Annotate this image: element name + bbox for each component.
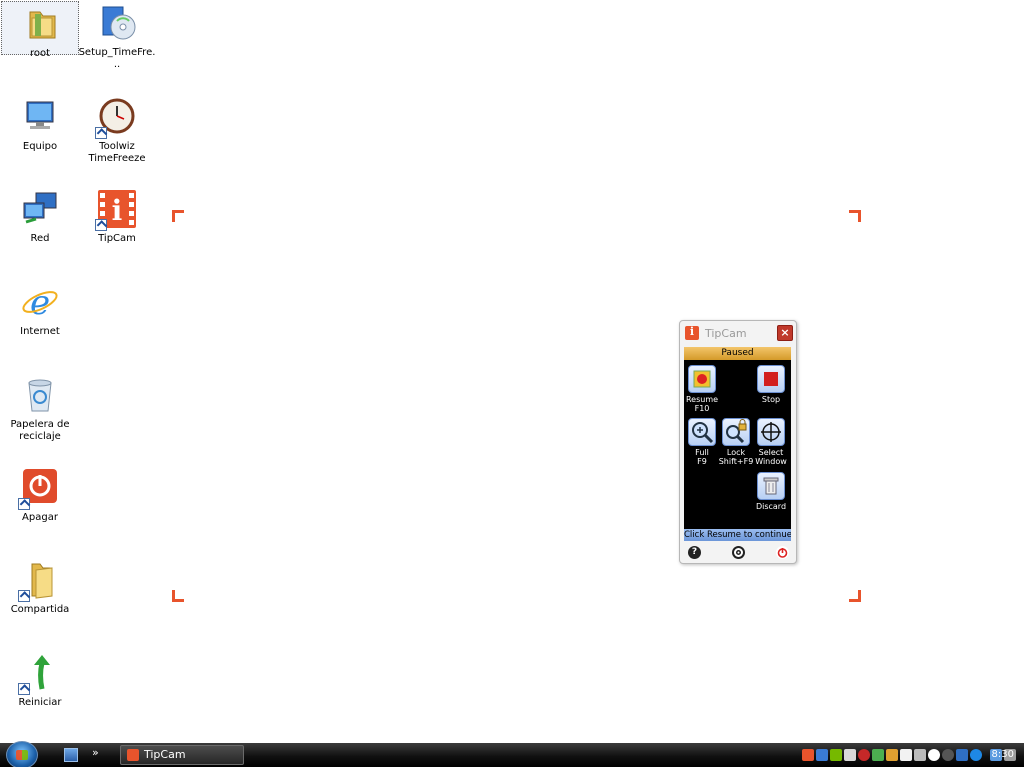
- desktop-icon-internet[interactable]: e Internet: [1, 280, 79, 338]
- restart-arrow-icon: [18, 653, 60, 695]
- capture-corner-bottom-left: [172, 590, 184, 602]
- desktop-icon-root[interactable]: root: [1, 1, 79, 59]
- full-screen-button[interactable]: Full F9: [685, 418, 719, 466]
- discard-button[interactable]: Discard: [754, 472, 788, 511]
- update-tray-icon[interactable]: [886, 749, 898, 761]
- stop-button[interactable]: Stop: [754, 365, 788, 404]
- flag-tray-icon[interactable]: [900, 749, 912, 761]
- select-window-label: Select Window: [755, 448, 787, 466]
- desktop-icon-setup[interactable]: Setup_TimeFre...: [78, 1, 156, 71]
- tipcam-title: TipCam: [705, 326, 747, 340]
- tipcam-logo-icon: [685, 325, 699, 340]
- start-button[interactable]: [6, 741, 38, 767]
- internet-explorer-icon: e: [20, 282, 60, 323]
- tipcam-titlebar[interactable]: TipCam ×: [680, 321, 796, 345]
- show-desktop-icon[interactable]: [64, 748, 78, 762]
- resume-button[interactable]: Resume F10: [685, 365, 719, 413]
- folder-icon: [18, 560, 60, 602]
- desktop-icon-label: Reiniciar: [18, 697, 62, 708]
- desktop-icon-label: Compartida: [10, 604, 70, 615]
- speaker-tray-icon[interactable]: [914, 749, 926, 761]
- desktop-icon-label: Internet: [20, 326, 60, 337]
- monitor-tray-icon[interactable]: [816, 749, 828, 761]
- desktop-icon-label: Apagar: [22, 512, 58, 523]
- desktop-icon-label: Toolwiz TimeFreeze: [88, 141, 146, 164]
- desktop-icon-label: Setup_TimeFre...: [78, 47, 156, 70]
- tipcam-icon: i: [95, 189, 137, 231]
- shortcut-arrow-icon: [18, 590, 30, 602]
- taskbar-item-tipcam[interactable]: TipCam: [120, 745, 244, 765]
- stop-icon: [757, 365, 785, 393]
- resume-icon: [688, 365, 716, 393]
- svg-text:e: e: [30, 283, 50, 322]
- network-icon: [20, 189, 60, 229]
- capture-corner-top-left: [172, 210, 184, 222]
- taskbar: » TipCam 8:30: [0, 741, 1024, 767]
- hint-bar: Click Resume to continue: [684, 529, 791, 541]
- lock-zoom-icon: [722, 418, 750, 446]
- desktop-icon-label: TipCam: [98, 233, 136, 244]
- desktop-icon-toolwiz[interactable]: Toolwiz TimeFreeze: [78, 95, 156, 165]
- desktop-icon-label: Papelera de reciclaje: [10, 419, 70, 442]
- computer-icon: [20, 97, 60, 137]
- zoom-in-icon: [688, 418, 716, 446]
- desktop-icon-apagar[interactable]: Apagar: [1, 466, 79, 524]
- desktop-icon-compartida[interactable]: Compartida: [1, 558, 79, 616]
- recycle-bin-icon: [20, 375, 60, 415]
- resume-label: Resume F10: [685, 395, 719, 413]
- tipcam-footer: ?: [680, 543, 796, 561]
- capture-corner-top-right: [849, 210, 861, 222]
- shortcut-arrow-icon: [18, 683, 30, 695]
- capture-corner-bottom-right: [849, 590, 861, 602]
- discard-label: Discard: [755, 502, 787, 511]
- select-window-button[interactable]: Select Window: [754, 418, 788, 466]
- svg-text:i: i: [112, 194, 123, 227]
- quick-launch-more[interactable]: »: [92, 747, 106, 762]
- crosshair-icon: [757, 418, 785, 446]
- tipcam-tray-icon[interactable]: [802, 749, 814, 761]
- shortcut-arrow-icon: [95, 219, 107, 231]
- desktop-icon-equipo[interactable]: Equipo: [1, 95, 79, 153]
- shortcut-arrow-icon: [18, 498, 30, 510]
- desktop-icon-label: Equipo: [22, 141, 58, 152]
- desktop-icon-papelera[interactable]: Papelera de reciclaje: [1, 373, 79, 443]
- shortcut-arrow-icon: [95, 127, 107, 139]
- program-tray-icon[interactable]: [872, 749, 884, 761]
- gpu-tray-icon[interactable]: [830, 749, 842, 761]
- tipcam-icon: [127, 749, 139, 761]
- folder-icon: [20, 4, 60, 44]
- gear-icon[interactable]: [732, 546, 745, 559]
- taskbar-clock[interactable]: 8:30: [992, 743, 1014, 767]
- window-tray-icon[interactable]: [956, 749, 968, 761]
- lock-button[interactable]: Lock Shift+F9: [719, 418, 753, 466]
- globe-tray-icon[interactable]: [970, 749, 982, 761]
- close-button[interactable]: ×: [777, 325, 793, 341]
- lock-label: Lock Shift+F9: [718, 448, 754, 466]
- tipcam-panel: Paused Resume F10 Stop Full F9 Lock Shif…: [684, 347, 791, 541]
- recording-status: Paused: [684, 347, 791, 360]
- taskbar-item-label: TipCam: [144, 748, 186, 761]
- desktop-icon-label: root: [29, 48, 51, 59]
- desktop-icon-reiniciar[interactable]: Reiniciar: [1, 651, 79, 709]
- tipcam-window: TipCam × Paused Resume F10 Stop Full F9: [679, 320, 797, 564]
- full-label: Full F9: [695, 448, 709, 466]
- trash-icon: [757, 472, 785, 500]
- stop-label: Stop: [761, 395, 781, 404]
- desktop-icon-label: Red: [30, 233, 50, 244]
- timefreeze-tray-icon[interactable]: [942, 749, 954, 761]
- power-icon[interactable]: [776, 546, 789, 559]
- desktop-icon-tipcam[interactable]: i TipCam: [78, 187, 156, 245]
- power-icon: [18, 468, 60, 510]
- clock-tray-icon[interactable]: [928, 749, 940, 761]
- security-tray-icon[interactable]: [858, 749, 870, 761]
- installer-icon: [97, 3, 137, 43]
- desktop-icon-red[interactable]: Red: [1, 187, 79, 245]
- clock-icon: [95, 97, 137, 139]
- app-tray-icon[interactable]: [844, 749, 856, 761]
- help-button[interactable]: ?: [688, 546, 701, 559]
